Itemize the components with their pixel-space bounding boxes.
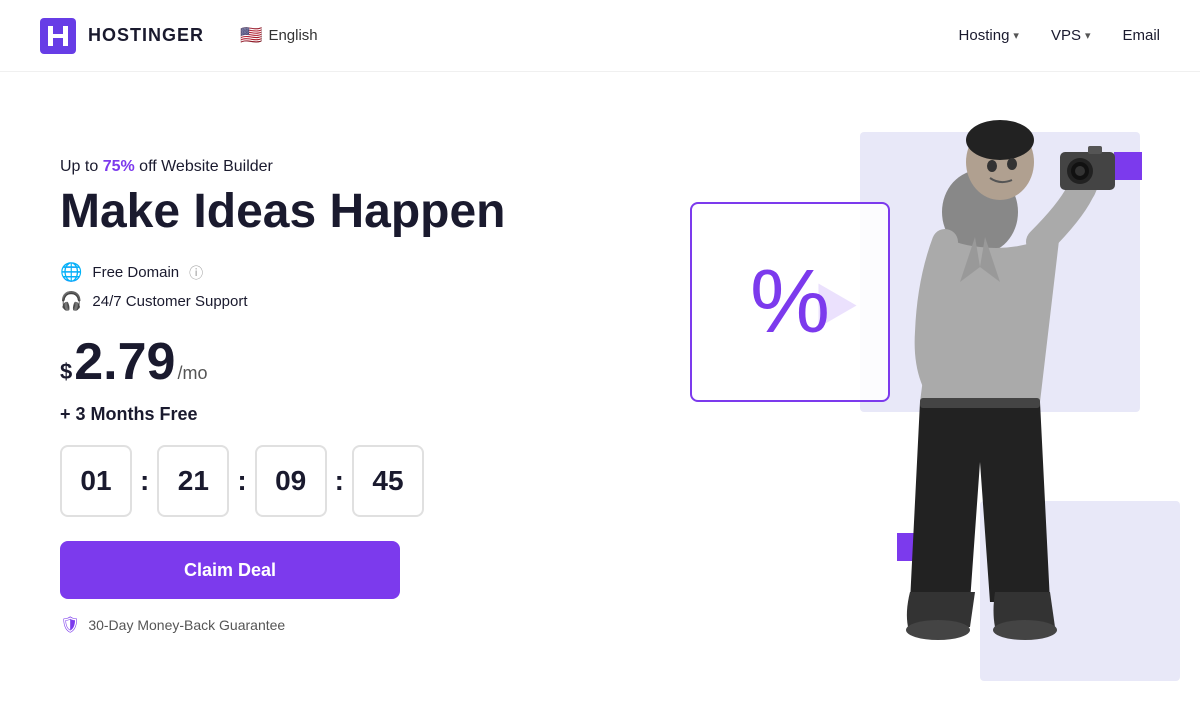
- feature-free-domain: 🌐 Free Domain ⓘ: [60, 262, 506, 283]
- shield-icon: 🛡: [60, 615, 80, 635]
- nav-email-label: Email: [1122, 27, 1160, 44]
- header: HOSTINGER 🇺🇸 English Hosting ▾ VPS ▾ Ema…: [0, 0, 1200, 72]
- countdown-hours: 01: [60, 445, 132, 517]
- percent-symbol: %: [750, 257, 830, 347]
- nav-vps[interactable]: VPS ▾: [1051, 27, 1091, 44]
- nav-vps-label: VPS: [1051, 27, 1081, 44]
- price-row: $ 2.79 /mo: [60, 336, 506, 388]
- chevron-down-icon: ▾: [1013, 29, 1019, 42]
- countdown-timer: 01 : 21 : 09 : 45: [60, 445, 506, 517]
- headset-icon: 🎧: [60, 291, 82, 312]
- main-content: Up to 75% off Website Builder Make Ideas…: [0, 72, 1200, 721]
- info-icon[interactable]: ⓘ: [189, 263, 203, 283]
- person-svg: [820, 82, 1140, 702]
- language-selector[interactable]: 🇺🇸 English: [240, 25, 318, 46]
- countdown-sep-3: :: [335, 465, 344, 497]
- guarantee-text: 30-Day Money-Back Guarantee: [88, 617, 285, 633]
- logo-text: HOSTINGER: [88, 25, 204, 46]
- promo-suffix: off Website Builder: [135, 158, 273, 175]
- price-period: /mo: [177, 363, 207, 384]
- feature-support-label: 24/7 Customer Support: [92, 293, 247, 310]
- main-nav: Hosting ▾ VPS ▾ Email: [959, 27, 1160, 44]
- promo-percent: 75%: [103, 158, 135, 175]
- person-illustration: [820, 82, 1140, 702]
- countdown-ms: 45: [352, 445, 424, 517]
- feature-domain-label: Free Domain: [92, 264, 179, 281]
- price-amount: 2.79: [74, 336, 175, 388]
- hero-headline: Make Ideas Happen: [60, 186, 506, 239]
- hostinger-logo-icon: [40, 18, 76, 54]
- guarantee-line: 🛡 30-Day Money-Back Guarantee: [60, 615, 506, 635]
- promo-line: Up to 75% off Website Builder: [60, 158, 506, 176]
- countdown-seconds: 09: [255, 445, 327, 517]
- flag-icon: 🇺🇸: [240, 25, 262, 46]
- countdown-sep-1: :: [140, 465, 149, 497]
- nav-hosting-label: Hosting: [959, 27, 1010, 44]
- hero-left: Up to 75% off Website Builder Make Ideas…: [60, 158, 506, 636]
- nav-hosting[interactable]: Hosting ▾: [959, 27, 1019, 44]
- feature-support: 🎧 24/7 Customer Support: [60, 291, 506, 312]
- hero-illustration: %: [500, 72, 1200, 721]
- countdown-sep-2: :: [237, 465, 246, 497]
- price-dollar: $: [60, 359, 72, 385]
- nav-email[interactable]: Email: [1122, 27, 1160, 44]
- language-label: English: [268, 27, 317, 44]
- promo-prefix: Up to: [60, 158, 103, 175]
- claim-deal-button[interactable]: Claim Deal: [60, 541, 400, 599]
- features-list: 🌐 Free Domain ⓘ 🎧 24/7 Customer Support: [60, 262, 506, 312]
- chevron-down-icon: ▾: [1085, 29, 1091, 42]
- logo-area[interactable]: HOSTINGER: [40, 18, 204, 54]
- pricing-block: $ 2.79 /mo: [60, 336, 506, 388]
- countdown-minutes: 21: [157, 445, 229, 517]
- globe-icon: 🌐: [60, 262, 82, 283]
- free-months: + 3 Months Free: [60, 404, 506, 425]
